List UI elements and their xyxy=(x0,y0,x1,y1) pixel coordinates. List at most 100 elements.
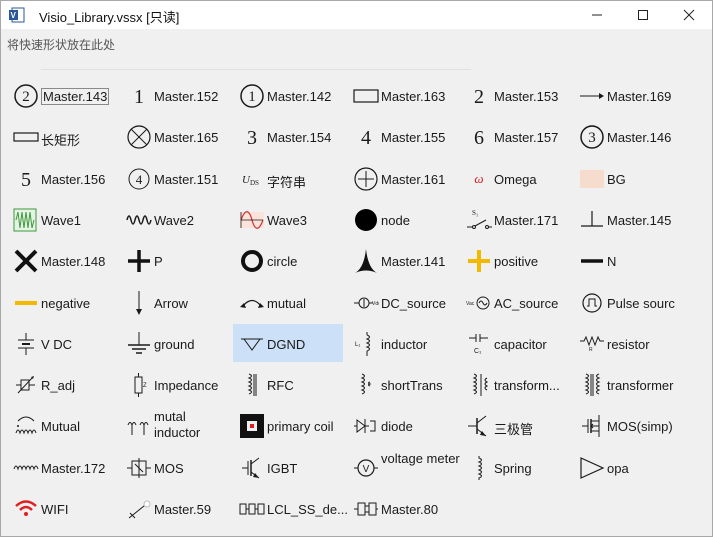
stencil-shape[interactable]: mutual xyxy=(233,283,343,321)
stencil-shape[interactable]: Mutual xyxy=(7,406,117,444)
stencil-shape[interactable]: Rresistor xyxy=(573,324,683,362)
stencil-shape[interactable]: primary coil xyxy=(233,406,343,444)
stencil-shape[interactable]: Arrow xyxy=(120,283,230,321)
stencil-shape[interactable]: shortTrans xyxy=(347,365,457,403)
stencil-shape-label: voltage meter xyxy=(381,451,460,466)
stencil-shape[interactable]: 6 Master.157 xyxy=(460,117,570,155)
dgnd-icon xyxy=(241,338,263,351)
stencil-shape[interactable]: IGBT xyxy=(233,448,343,486)
stencil-shape[interactable]: Master.141 xyxy=(347,241,457,279)
stencil-shape[interactable]: 2 Master.153 xyxy=(460,76,570,114)
stencil-shape[interactable]: LCL_SS_de... xyxy=(233,489,348,527)
stencil-shape[interactable]: node xyxy=(347,200,457,238)
stencil-shape[interactable]: ground xyxy=(120,324,230,362)
stencil-shape-label: diode xyxy=(381,419,413,434)
stencil-shape[interactable]: Vac AC_source xyxy=(460,283,570,321)
stencil-shape[interactable]: opa xyxy=(573,448,683,486)
stencil-shape[interactable]: 1 Master.142 xyxy=(233,76,343,114)
stencil-shape-label: Wave3 xyxy=(267,213,307,228)
stencil-shape-label: MOS xyxy=(154,461,184,476)
stencil-shape[interactable]: Master.161 xyxy=(347,159,457,197)
stencil-shape[interactable]: 2 Master.143 xyxy=(7,76,117,114)
stencil-shape-label: Impedance xyxy=(154,378,219,393)
stencil-shape[interactable]: 三极管 xyxy=(460,406,570,444)
stencil-shape[interactable]: 长矩形 xyxy=(7,117,117,155)
maximize-button[interactable] xyxy=(620,1,666,29)
stencil-shape[interactable]: Master.172 xyxy=(7,448,117,486)
stencil-shape-label: circle xyxy=(267,254,298,269)
bold-minus-icon xyxy=(581,259,603,263)
close-button[interactable] xyxy=(666,1,712,29)
stencil-shape[interactable]: Master.148 xyxy=(7,241,117,279)
stencil-shape[interactable]: Master.80 xyxy=(347,489,457,527)
minimize-button[interactable] xyxy=(574,1,620,29)
stencil-shape[interactable]: 4 Master.155 xyxy=(347,117,457,155)
stencil-shape[interactable]: Master.145 xyxy=(573,200,683,238)
stencil-shape[interactable]: L₁ inductor xyxy=(347,324,457,362)
stencil-shape[interactable]: 3 Master.154 xyxy=(233,117,343,155)
primary-coil-icon xyxy=(240,414,264,438)
stencil-shape[interactable]: BG xyxy=(573,159,683,197)
stencil-shape-label: Master.143 xyxy=(41,88,110,105)
stencil-shape[interactable]: WIFI xyxy=(7,489,117,527)
stencil-shape-label: Master.153 xyxy=(494,89,559,104)
stencil-shape[interactable]: Wave3 xyxy=(233,200,343,238)
inductor-icon: L₁ xyxy=(355,332,370,356)
stencil-shape[interactable]: diode xyxy=(347,406,457,444)
stencil-shape[interactable]: Master.163 xyxy=(347,76,457,114)
ground-icon xyxy=(128,332,150,354)
stencil-shape[interactable]: 4 Master.151 xyxy=(120,159,230,197)
stencil-shape[interactable]: S₁ Master.171 xyxy=(460,200,570,238)
stencil-shape-label: Master.169 xyxy=(607,89,672,104)
stencil-shape[interactable]: C₁ capacitor xyxy=(460,324,570,362)
stencil-shape[interactable]: Pulse sourc xyxy=(573,283,683,321)
stencil-shape[interactable]: Master.169 xyxy=(573,76,683,114)
divider xyxy=(41,69,471,70)
stencil-shape[interactable]: circle xyxy=(233,241,343,279)
stencil-shape[interactable]: R_adj xyxy=(7,365,117,403)
stencil-shape[interactable]: Vvoltage meter xyxy=(347,448,460,486)
stencil-shape[interactable]: V DC xyxy=(7,324,117,362)
stencil-shape[interactable]: Wave2 xyxy=(120,200,230,238)
stencil-shape[interactable]: Master.59 xyxy=(120,489,230,527)
pen-icon xyxy=(128,500,151,519)
stencil-shape[interactable]: Master.165 xyxy=(120,117,230,155)
stencil-shape-label: ground xyxy=(154,337,195,352)
long-rectangle-icon xyxy=(13,132,39,142)
svg-text:2: 2 xyxy=(474,86,484,108)
stencil-shape[interactable]: RFC xyxy=(233,365,343,403)
stencil-shape[interactable]: Wave1 xyxy=(7,200,117,238)
stencil-shape[interactable]: negative xyxy=(7,283,117,321)
vdc-icon xyxy=(18,333,34,355)
omega-icon: ω xyxy=(474,171,483,186)
stencil-shape[interactable]: VdcDC_source xyxy=(347,283,457,321)
title-bar[interactable]: V Visio_Library.vssx [只读] xyxy=(1,1,712,29)
stencil-shape-label: Wave1 xyxy=(41,213,81,228)
stencil-shape[interactable]: transform... xyxy=(460,365,570,403)
impedance-icon: Z xyxy=(134,373,147,397)
dc-source-icon: Vdc xyxy=(354,297,379,309)
stencil-shape[interactable]: P xyxy=(120,241,230,279)
stencil-shape[interactable]: DGND xyxy=(233,324,343,362)
stencil-shape[interactable]: 3 Master.146 xyxy=(573,117,683,155)
close-icon xyxy=(683,9,695,21)
svg-text:S₁: S₁ xyxy=(472,209,478,217)
stencil-shape[interactable]: Z Impedance xyxy=(120,365,230,403)
stencil-shape[interactable]: MOS xyxy=(120,448,230,486)
stencil-shape-label: Master.155 xyxy=(381,130,446,145)
stencil-shape[interactable]: positive xyxy=(460,241,570,279)
stencil-shape[interactable]: mutal inductor xyxy=(120,406,230,444)
wave3-icon xyxy=(240,211,264,229)
stencil-shape[interactable]: 1 Master.152 xyxy=(120,76,230,114)
stencil-shape[interactable]: ω Omega xyxy=(460,159,570,197)
maximize-icon xyxy=(638,10,648,20)
stencil-shape[interactable]: U DS 字符串 xyxy=(233,159,343,197)
stencil-shape[interactable]: N xyxy=(573,241,683,279)
stencil-shape-label: Master.148 xyxy=(41,254,106,269)
stencil-shape[interactable]: 5 Master.156 xyxy=(7,159,117,197)
stencil-shape[interactable]: MOS(simp) xyxy=(573,406,683,444)
svg-text:R: R xyxy=(589,347,593,353)
stencil-shape[interactable]: Spring xyxy=(460,448,570,486)
stencil-shape[interactable]: transformer xyxy=(573,365,683,403)
mos-icon xyxy=(127,458,151,478)
